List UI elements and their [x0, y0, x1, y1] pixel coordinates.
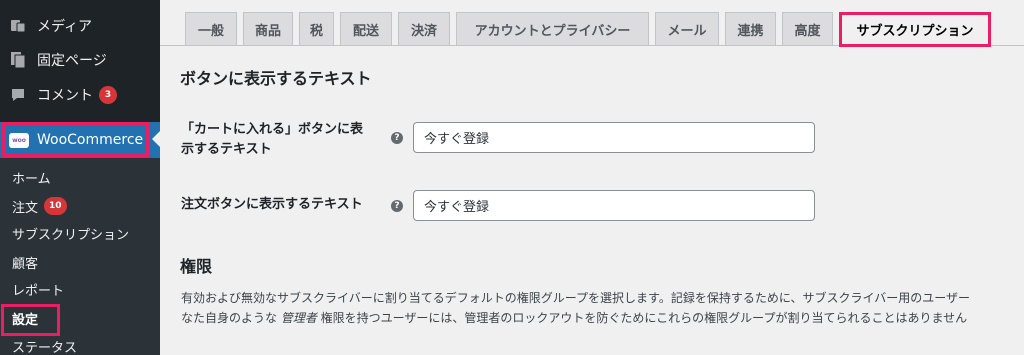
sidebar-item-woocommerce[interactable]: woo WooCommerce	[0, 122, 160, 158]
submenu-item-home[interactable]: ホーム	[12, 167, 51, 187]
sidebar-item-comments[interactable]: コメント 3	[0, 77, 160, 113]
woocommerce-logo-icon: woo	[9, 132, 29, 148]
orders-count-badge: 10	[44, 197, 67, 215]
section-heading-button-text: ボタンに表示するテキスト	[180, 69, 372, 88]
help-icon[interactable]: ?	[391, 132, 403, 144]
tab-products[interactable]: 商品	[243, 12, 293, 45]
comments-icon	[8, 85, 28, 105]
tab-payments[interactable]: 決済	[398, 12, 450, 45]
current-menu-arrow	[152, 131, 160, 147]
section-heading-permissions: 権限	[180, 257, 213, 276]
sidebar-item-label: WooCommerce	[37, 132, 144, 148]
submenu-item-status[interactable]: ステータス	[12, 336, 77, 355]
submenu-item-customers[interactable]: 顧客	[12, 252, 38, 272]
tab-email[interactable]: メール	[655, 12, 719, 45]
comments-count-badge: 3	[99, 86, 117, 104]
submenu-item-orders[interactable]: 注文 10	[12, 196, 67, 216]
sidebar-item-label: コメント	[37, 88, 93, 104]
tab-subscriptions[interactable]: サブスクリプション	[839, 12, 991, 46]
order-button-text-input[interactable]	[413, 190, 815, 221]
tab-general[interactable]: 一般	[185, 12, 237, 45]
tab-shipping[interactable]: 配送	[340, 12, 392, 45]
permissions-description-line2: なた自身のような 管理者 権限を持つユーザーには、管理者のロックアウトを防ぐため…	[181, 311, 968, 325]
tab-tax[interactable]: 税	[299, 12, 334, 45]
submenu-item-subscriptions[interactable]: サブスクリプション	[12, 223, 129, 243]
order-button-text-label: 注文ボタンに表示するテキスト	[181, 197, 363, 212]
sidebar-item-label: メディア	[37, 19, 93, 35]
sidebar-item-pages[interactable]: 固定ページ	[0, 42, 160, 78]
help-icon[interactable]: ?	[391, 200, 403, 212]
permissions-description-line1: 有効および無効なサブスクライバーに割り当てるデフォルトの権限グループを選択します…	[181, 291, 971, 305]
admin-sidebar: メディア 固定ページ コメント 3 woo WooCommerce ホーム 注文…	[0, 0, 160, 355]
media-icon	[8, 16, 28, 36]
pages-icon	[8, 50, 28, 70]
add-to-cart-text-label: 「カートに入れる」ボタンに表 示するテキスト	[181, 122, 364, 157]
woocommerce-submenu: ホーム 注文 10 サブスクリプション 顧客 レポート 設定 ステータス	[0, 158, 160, 355]
submenu-item-reports[interactable]: レポート	[12, 279, 64, 299]
tab-integration[interactable]: 連携	[725, 12, 776, 45]
add-to-cart-text-input[interactable]	[413, 122, 815, 153]
submenu-item-settings[interactable]: 設定	[12, 308, 38, 328]
sidebar-item-media[interactable]: メディア	[0, 8, 160, 44]
tab-accounts-privacy[interactable]: アカウントとプライバシー	[456, 12, 649, 45]
tab-advanced[interactable]: 高度	[782, 12, 833, 45]
sidebar-item-label: 固定ページ	[37, 53, 107, 69]
